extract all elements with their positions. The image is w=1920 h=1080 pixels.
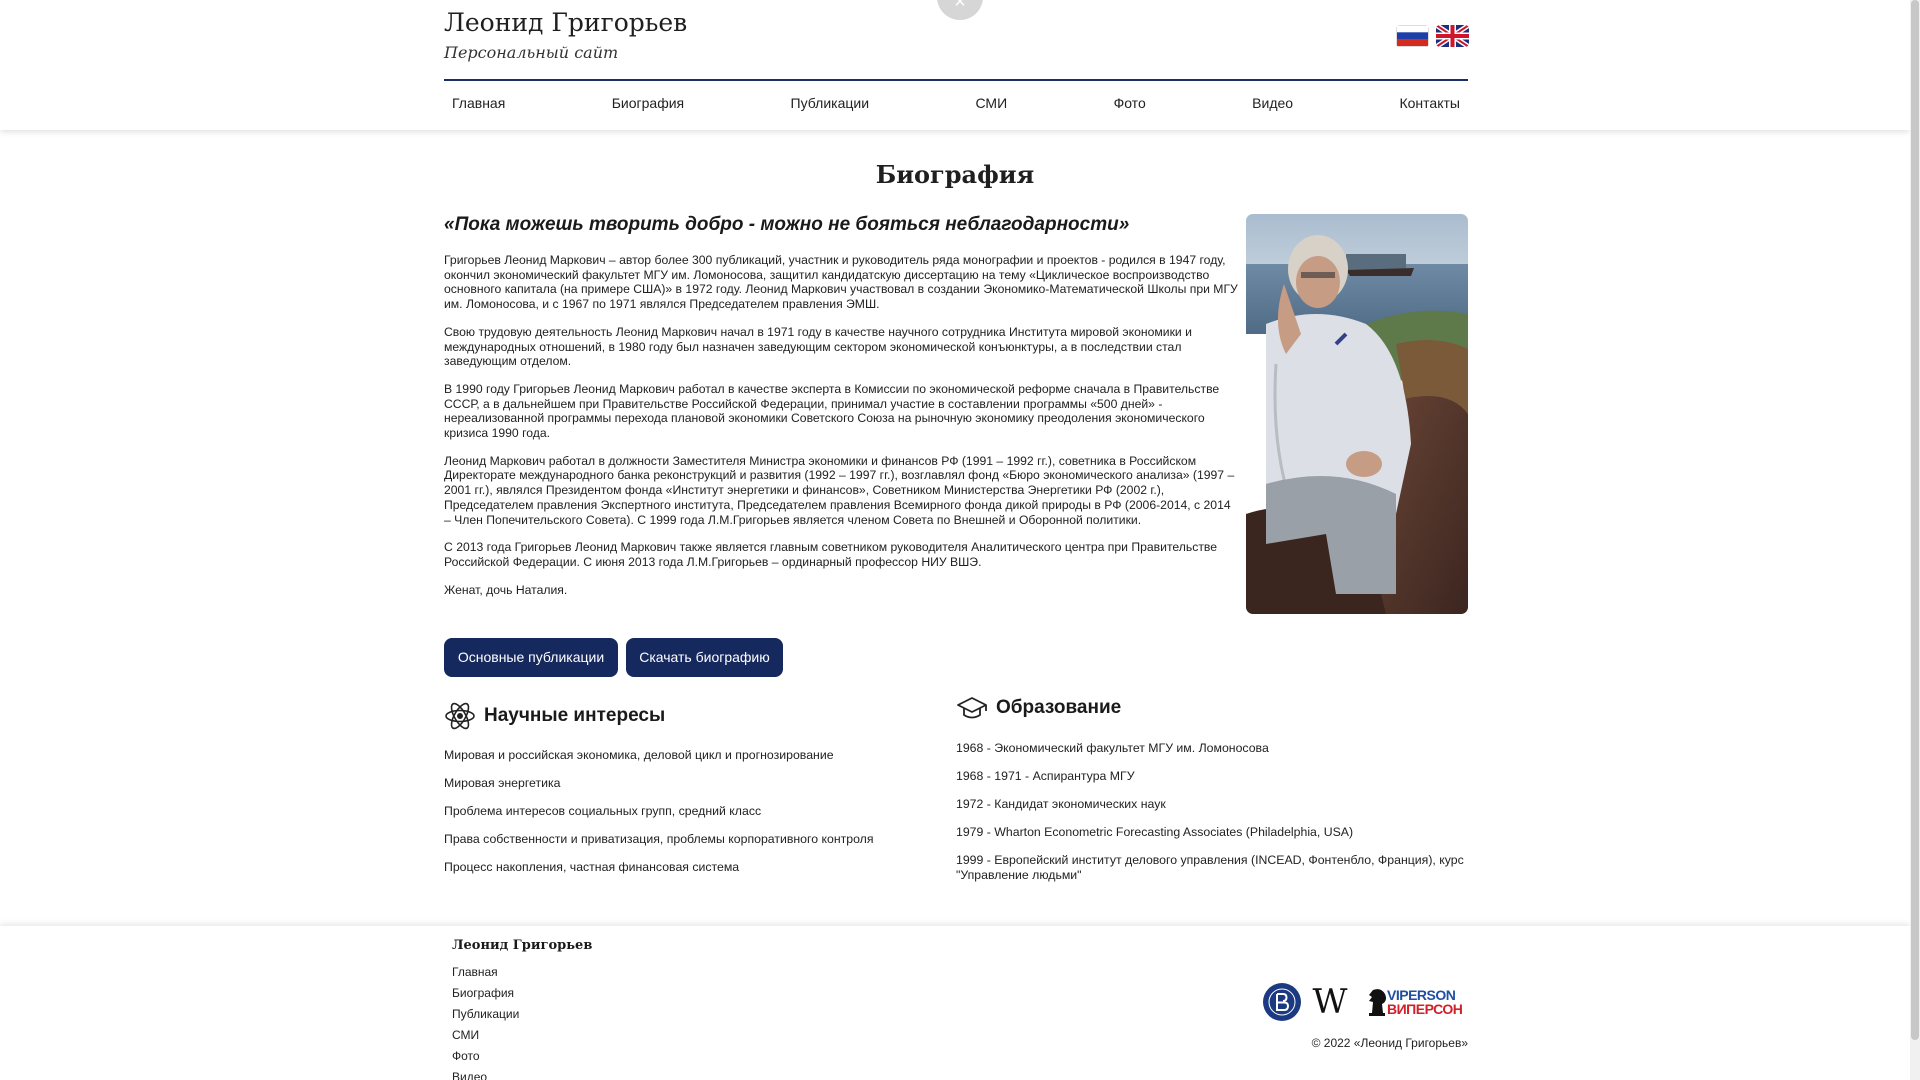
list-item: Мировая энергетика <box>444 776 561 790</box>
viperson-logo[interactable]: VIPERSON ВИПЕРСОН <box>1363 986 1468 1020</box>
bio-paragraph: Женат, дочь Наталия. <box>444 582 568 597</box>
nav-item-home[interactable]: Главная <box>452 92 505 114</box>
list-item: Проблема интересов социальных групп, сре… <box>444 804 762 818</box>
interests-title: Научные интересы <box>484 705 666 726</box>
list-item: 1979 - Wharton Econometric Forecasting A… <box>956 825 1354 839</box>
footer-link-photo[interactable]: Фото <box>452 1046 519 1067</box>
close-icon[interactable]: × <box>937 0 983 20</box>
nav-item-photo[interactable]: Фото <box>1114 92 1146 114</box>
nav-item-publications[interactable]: Публикации <box>791 92 869 114</box>
footer-link-biography[interactable]: Биография <box>452 983 519 1004</box>
viperson-logo-en: VIPERSON <box>1387 987 1456 1003</box>
site-subtitle: Персональный сайт <box>444 43 619 62</box>
list-item: 1972 - Кандидат экономических наук <box>956 797 1166 811</box>
biography-text: Григорьев Леонид Маркович – автор более … <box>444 253 1239 610</box>
download-biography-button[interactable]: Скачать биографию <box>626 638 783 677</box>
page-title: Биография <box>875 160 1035 189</box>
footer-title: Леонид Григорьев <box>452 938 593 953</box>
list-item: 1968 - 1971 - Аспирантура МГУ <box>956 769 1135 783</box>
uk-flag-icon[interactable] <box>1436 25 1469 47</box>
hse-logo-icon[interactable] <box>1262 982 1302 1022</box>
site-title[interactable]: Леонид Григорьев <box>444 8 687 37</box>
portrait-photo <box>1246 214 1468 614</box>
footer-link-publications[interactable]: Публикации <box>452 1004 519 1025</box>
nav-item-media[interactable]: СМИ <box>975 92 1007 114</box>
nav-item-video[interactable]: Видео <box>1252 92 1293 114</box>
chess-knight-icon <box>1369 989 1386 1016</box>
bio-paragraph: В 1990 году Григорьев Леонид Маркович ра… <box>444 381 1220 441</box>
main-publications-button[interactable]: Основные публикации <box>444 638 618 677</box>
list-item: 1968 - Экономический факультет МГУ им. Л… <box>956 741 1269 755</box>
bio-paragraph: Григорьев Леонид Маркович – автор более … <box>444 253 1238 312</box>
list-item: Процесс накопления, частная финансовая с… <box>444 860 740 874</box>
site-footer: Леонид Григорьев Главная Биография Публи… <box>0 926 1910 1080</box>
list-item: Мировая и российская экономика, деловой … <box>444 748 834 762</box>
nav-divider <box>444 79 1468 81</box>
biography-quote: «Пока можешь творить добро - можно не бо… <box>444 214 1130 235</box>
viperson-logo-ru: ВИПЕРСОН <box>1387 1001 1463 1017</box>
page-scrollbar[interactable] <box>1910 0 1920 1080</box>
list-item: Права собственности и приватизация, проб… <box>444 832 874 846</box>
partner-logos: W VIPERSON ВИПЕРСОН <box>1262 982 1468 1022</box>
footer-link-media[interactable]: СМИ <box>452 1025 519 1046</box>
copyright-text: © 2022 «Леонид Григорьев» <box>1311 1036 1468 1050</box>
footer-link-video[interactable]: Видео <box>452 1067 519 1080</box>
bio-paragraph: Свою трудовую деятельность Леонид Марков… <box>444 324 1192 369</box>
bio-paragraph: С 2013 года Григорьев Леонид Маркович та… <box>444 540 1218 569</box>
atom-icon <box>444 700 476 737</box>
main-nav: Главная Биография Публикации СМИ Фото Ви… <box>444 92 1468 114</box>
education-title: Образование <box>996 697 1122 718</box>
site-header: Леонид Григорьев Персональный сайт × Гла… <box>0 0 1910 130</box>
graduation-cap-icon <box>956 696 988 727</box>
bio-paragraph: Леонид Маркович работал в должности Заме… <box>444 453 1235 527</box>
wikipedia-logo-icon[interactable]: W <box>1309 982 1351 1022</box>
footer-link-home[interactable]: Главная <box>452 962 519 983</box>
nav-item-contacts[interactable]: Контакты <box>1399 92 1459 114</box>
russian-flag-icon[interactable] <box>1396 25 1429 47</box>
education-list: 1968 - Экономический факультет МГУ им. Л… <box>956 741 1468 896</box>
interests-list: Мировая и российская экономика, деловой … <box>444 748 924 888</box>
scrollbar-thumb[interactable] <box>1911 0 1919 1040</box>
footer-nav: Главная Биография Публикации СМИ Фото Ви… <box>452 962 519 1080</box>
list-item: 1999 - Европейский институт делового упр… <box>956 853 1464 882</box>
nav-item-biography[interactable]: Биография <box>612 92 684 114</box>
